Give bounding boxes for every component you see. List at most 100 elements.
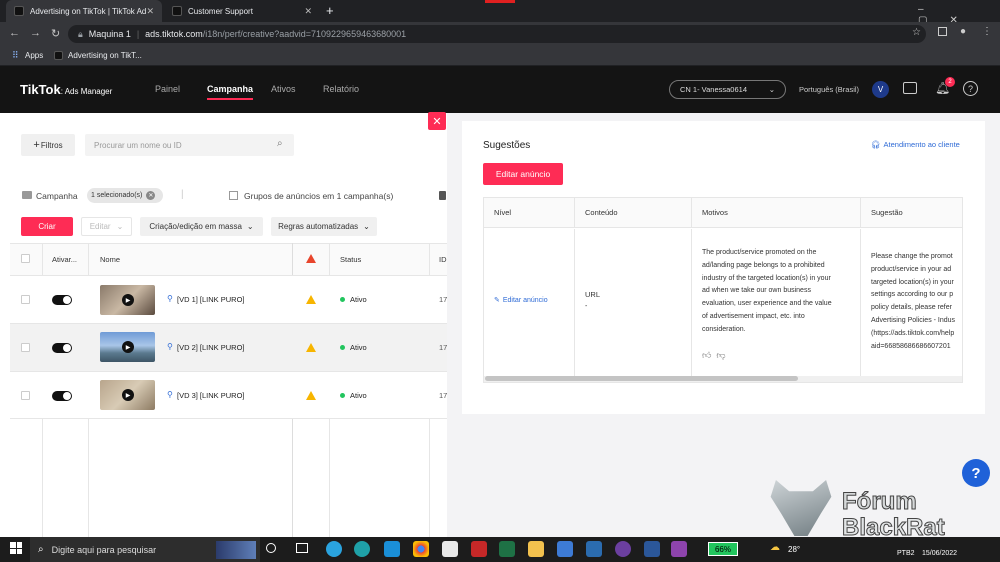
search-icon[interactable]: ⌕ [277, 138, 283, 149]
language-selector[interactable]: Português (Brasil) [799, 85, 859, 94]
bookmark-apps[interactable]: Apps [25, 51, 43, 60]
word-icon[interactable] [644, 541, 660, 557]
thumbs-down-icon[interactable]: 👎︎ [716, 350, 725, 360]
telegram-icon[interactable] [326, 541, 342, 557]
cortana-icon[interactable] [266, 543, 276, 553]
edit-ad-button[interactable]: Editar anúncio [483, 163, 563, 185]
taskbar-date[interactable]: 15/06/2022 [922, 550, 957, 557]
forward-icon[interactable]: → [30, 27, 41, 39]
clear-icon[interactable]: ✕ [146, 191, 156, 200]
table-row[interactable]: ▶ ⚲ [VD 3] [LINK PURO] Ativo 17 [10, 371, 447, 419]
video-thumbnail[interactable]: ▶ [100, 332, 155, 362]
breadcrumb-adgroups[interactable]: Grupos de anúncios em 1 campanha(s) [244, 191, 393, 201]
customer-support-link[interactable]: 🎧︎ Atendimento ao cliente [871, 140, 960, 149]
ad-name[interactable]: [VD 3] [LINK PURO] [177, 391, 245, 400]
automated-rules-button[interactable]: Regras automatizadas ⌄ [271, 217, 377, 236]
new-tab-button[interactable]: + [326, 3, 334, 18]
briefcase-icon[interactable] [903, 82, 917, 94]
windows-start-icon[interactable] [10, 542, 22, 554]
weather-icon[interactable]: ☁︎ [770, 542, 780, 553]
nav-painel[interactable]: Painel [155, 84, 180, 94]
filters-label: Filtros [40, 140, 63, 150]
help-fab-button[interactable]: ? [962, 459, 990, 487]
edge-icon[interactable] [354, 541, 370, 557]
close-drawer-button[interactable]: ✕ [428, 112, 446, 130]
battery-indicator[interactable]: 66% [708, 542, 738, 556]
sidebar-icon[interactable] [938, 27, 947, 36]
horizontal-scrollbar[interactable] [484, 376, 962, 382]
remote-desktop-icon[interactable] [557, 541, 573, 557]
mcafee-icon[interactable] [471, 541, 487, 557]
excel-icon[interactable] [499, 541, 515, 557]
col-header-content: Conteúdo [575, 198, 692, 228]
select-all-checkbox[interactable] [21, 254, 30, 263]
account-selector[interactable]: CN 1- Vanessa0614 ⌄ [669, 80, 786, 99]
col-header-name[interactable]: Nome [100, 255, 120, 264]
ad-toggle[interactable] [52, 343, 72, 353]
taskbar-search[interactable]: ⌕ Digite aqui para pesquisar [30, 537, 260, 562]
warning-icon[interactable] [306, 295, 316, 304]
level-cell: ✎ Editar anúncio [484, 229, 575, 376]
create-button[interactable]: Criar [21, 217, 73, 236]
close-icon: ✕ [432, 115, 442, 128]
video-thumbnail[interactable]: ▶ [100, 285, 155, 315]
ad-name[interactable]: [VD 1] [LINK PURO] [177, 295, 245, 304]
table-row[interactable]: ▶ ⚲ [VD 2] [LINK PURO] Ativo 17 [10, 323, 447, 371]
profile-icon[interactable]: ● [960, 26, 966, 37]
scrollbar-thumb[interactable] [485, 376, 798, 381]
status-dot [340, 393, 345, 398]
warning-header-icon [306, 254, 316, 263]
thumbs-up-icon[interactable]: 👍︎ [702, 350, 711, 360]
col-header-status[interactable]: Status [340, 255, 361, 264]
search-input[interactable]: Procurar um nome ou ID ⌕ [85, 134, 294, 156]
menu-dots-icon[interactable]: ⋮ [982, 26, 992, 37]
video-thumbnail[interactable]: ▶ [100, 380, 155, 410]
bookmark-star-icon[interactable]: ☆ [912, 27, 921, 38]
col-header-toggle[interactable]: Ativar... [52, 255, 77, 264]
row-checkbox[interactable] [21, 295, 30, 304]
ads-tab[interactable] [428, 182, 447, 210]
filters-button[interactable]: + Filtros [21, 134, 75, 156]
mail-icon[interactable] [586, 541, 602, 557]
chevron-down-icon: ⌄ [363, 222, 370, 231]
selected-badge[interactable]: 1 selecionado(s) ✕ [87, 188, 163, 203]
nav-relatorio[interactable]: Relatório [323, 84, 359, 94]
bulk-edit-button[interactable]: Criação/edição em massa ⌄ [140, 217, 263, 236]
reload-icon[interactable]: ↻ [51, 27, 60, 40]
rules-label: Regras automatizadas [278, 222, 359, 231]
link-icon: ⚲ [167, 342, 173, 351]
warning-icon[interactable] [306, 391, 316, 400]
edit-button[interactable]: Editar ⌄ [81, 217, 132, 236]
back-icon[interactable]: ← [9, 27, 20, 39]
onenote-icon[interactable] [615, 541, 631, 557]
chrome-icon[interactable] [413, 541, 429, 557]
close-tab-icon[interactable]: ✕ [146, 6, 154, 17]
avatar[interactable]: V [872, 81, 889, 98]
edit-ad-link[interactable]: ✎ Editar anúncio [494, 295, 564, 308]
help-icon[interactable]: ? [963, 81, 978, 96]
close-tab-icon[interactable]: ✕ [304, 6, 312, 17]
nav-ativos[interactable]: Ativos [271, 84, 296, 94]
row-checkbox[interactable] [21, 391, 30, 400]
row-checkbox[interactable] [21, 343, 30, 352]
table-row[interactable]: ▶ ⚲ [VD 1] [LINK PURO] Ativo 17 [10, 275, 447, 323]
url-bar[interactable]: 🔒︎ Maquina 1 | ads.tiktok.com /i18n/perf… [68, 25, 926, 43]
bookmark-tiktok[interactable]: Advertising on TikT... [68, 51, 142, 60]
selected-text: 1 selecionado(s) [91, 192, 143, 199]
breadcrumb-campaign[interactable]: Campanha [36, 191, 78, 201]
browser-tab-tiktok[interactable]: Advertising on TikTok | TikTok Ad ✕ [6, 0, 162, 22]
input-language[interactable]: PTB2 [897, 550, 915, 557]
ad-toggle[interactable] [52, 295, 72, 305]
tiktok-logo[interactable]: TikTok: Ads Manager [20, 82, 112, 97]
vpn-icon[interactable] [671, 541, 687, 557]
ad-toggle[interactable] [52, 391, 72, 401]
browser-tab-support[interactable]: Customer Support ✕ [164, 0, 320, 22]
store-icon[interactable] [442, 541, 458, 557]
nav-campanha[interactable]: Campanha [207, 84, 254, 100]
file-explorer-icon[interactable] [528, 541, 544, 557]
warning-icon[interactable] [306, 343, 316, 352]
app-l-icon[interactable] [384, 541, 400, 557]
task-view-icon[interactable] [296, 543, 308, 553]
col-header-id[interactable]: ID [439, 255, 447, 264]
ad-name[interactable]: [VD 2] [LINK PURO] [177, 343, 245, 352]
